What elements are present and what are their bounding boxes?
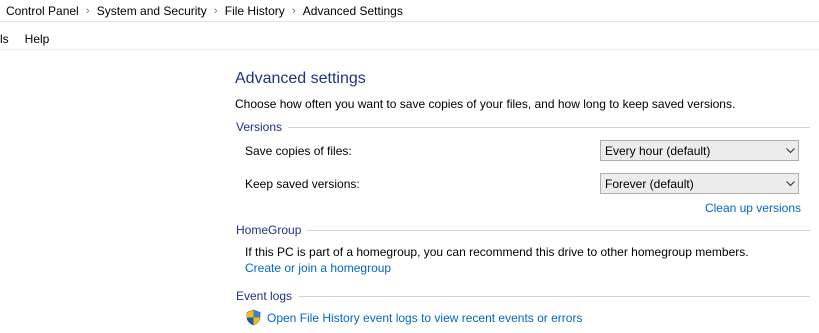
save-copies-label: Save copies of files:: [245, 144, 352, 158]
chevron-right-icon: ›: [291, 4, 296, 17]
homegroup-section-header: HomeGroup: [236, 223, 810, 237]
section-divider: [298, 295, 810, 297]
menu-item-tools[interactable]: ls: [0, 32, 9, 46]
homegroup-header: HomeGroup: [236, 223, 302, 237]
section-divider: [307, 229, 810, 231]
breadcrumb-advanced-settings[interactable]: Advanced Settings: [303, 4, 403, 18]
save-copies-dropdown[interactable]: Every hour (default): [600, 140, 799, 161]
event-logs-section-header: Event logs: [236, 289, 810, 303]
menu-bar: ls Help: [0, 29, 819, 50]
page-description: Choose how often you want to save copies…: [235, 97, 736, 111]
section-divider: [288, 126, 810, 128]
clean-up-versions-link[interactable]: Clean up versions: [705, 201, 801, 215]
page-title: Advanced settings: [235, 70, 366, 87]
breadcrumb-system-and-security[interactable]: System and Security: [97, 4, 207, 18]
chevron-down-icon: [782, 180, 798, 187]
versions-section-header: Versions: [236, 120, 810, 134]
chevron-down-icon: [782, 147, 798, 154]
keep-versions-dropdown[interactable]: Forever (default): [600, 173, 799, 194]
create-join-homegroup-link[interactable]: Create or join a homegroup: [245, 261, 391, 275]
keep-versions-value: Forever (default): [605, 176, 694, 191]
menu-item-help[interactable]: Help: [25, 32, 50, 46]
save-copies-value: Every hour (default): [605, 143, 711, 158]
chevron-right-icon: ›: [85, 4, 90, 17]
keep-versions-label: Keep saved versions:: [245, 177, 360, 191]
event-logs-header: Event logs: [236, 289, 293, 303]
breadcrumb-file-history[interactable]: File History: [225, 4, 285, 18]
breadcrumb: Control Panel › System and Security › Fi…: [0, 0, 819, 22]
homegroup-description: If this PC is part of a homegroup, you c…: [245, 245, 749, 259]
uac-shield-icon: [245, 309, 262, 326]
breadcrumb-control-panel[interactable]: Control Panel: [6, 4, 79, 18]
open-event-logs-link[interactable]: Open File History event logs to view rec…: [267, 311, 582, 325]
chevron-right-icon: ›: [213, 4, 218, 17]
versions-header: Versions: [236, 120, 283, 134]
